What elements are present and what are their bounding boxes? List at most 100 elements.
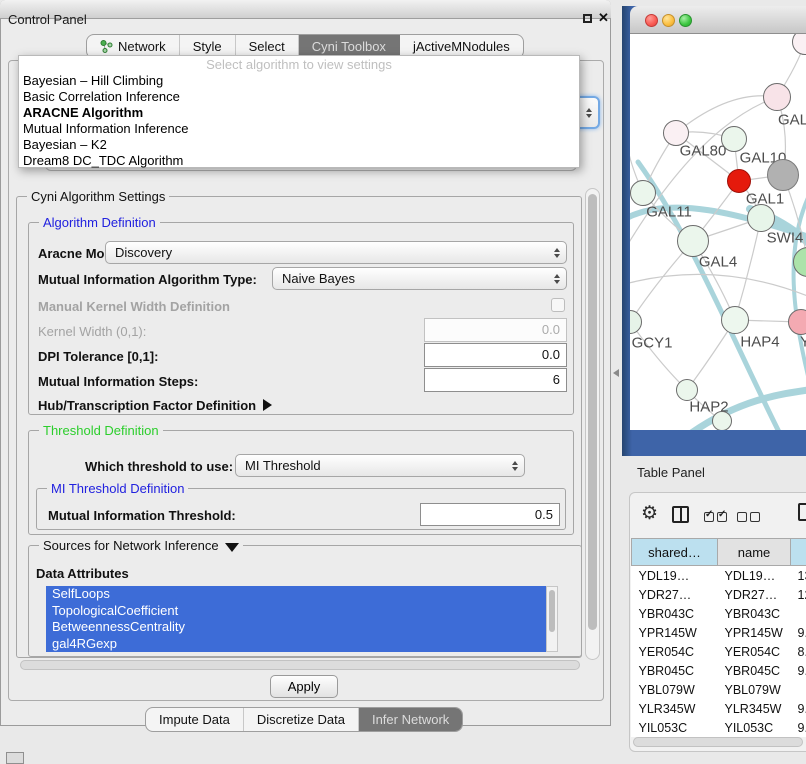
table-cell[interactable]: YER054C: [718, 642, 791, 661]
table-cell[interactable]: YLR345W: [632, 699, 718, 718]
table-row[interactable]: YPR145WYPR145W9.: [632, 623, 806, 642]
network-node[interactable]: [767, 159, 799, 191]
table-cell[interactable]: YPR145W: [632, 623, 718, 642]
control-panel-titlebar[interactable]: [0, 0, 611, 19]
table-horizontal-scrollbar[interactable]: [633, 737, 803, 747]
algorithm-option[interactable]: Mutual Information Inference: [19, 121, 579, 137]
data-attribute-item[interactable]: SelfLoops: [46, 586, 546, 603]
table-cell[interactable]: YBL079W: [718, 680, 791, 699]
network-node[interactable]: [747, 204, 775, 232]
algorithm-option[interactable]: Bayesian – K2: [19, 137, 579, 153]
split-columns-icon[interactable]: [672, 506, 689, 523]
network-node[interactable]: [727, 169, 751, 193]
data-attributes-list[interactable]: SelfLoopsTopologicalCoefficientBetweenne…: [46, 586, 546, 652]
table-cell[interactable]: YPR145W: [718, 623, 791, 642]
kernel-width-field[interactable]: 0.0: [424, 318, 567, 342]
table-row[interactable]: YDL19…YDL19…13: [632, 566, 806, 586]
table-cell[interactable]: YER054C: [632, 642, 718, 661]
table-row[interactable]: YDR27…YDR27…12: [632, 585, 806, 604]
network-node[interactable]: [712, 411, 732, 430]
which-threshold-label: Which threshold to use:: [85, 459, 233, 474]
table-cell[interactable]: 9.: [791, 699, 806, 718]
table-row[interactable]: YER054CYER054C8.: [632, 642, 806, 661]
table-row[interactable]: YBL079WYBL079W: [632, 680, 806, 699]
table-cell[interactable]: YBR043C: [718, 604, 791, 623]
settings-scrollbar[interactable]: [585, 188, 600, 660]
attributes-scrollbar-thumb[interactable]: [549, 590, 555, 632]
tab-discretize-data[interactable]: Discretize Data: [244, 708, 359, 731]
sources-title[interactable]: Sources for Network Inference: [39, 538, 243, 553]
mac-zoom-icon[interactable]: [679, 14, 692, 27]
algorithm-option[interactable]: ARACNE Algorithm: [19, 105, 579, 121]
settings-scrollbar-thumb[interactable]: [588, 194, 597, 630]
table-cell[interactable]: [791, 604, 806, 623]
close-icon[interactable]: ✕: [598, 10, 609, 26]
network-node[interactable]: [763, 83, 791, 111]
cyni-settings-title: Cyni Algorithm Settings: [27, 189, 169, 204]
table-cell[interactable]: YDR27…: [718, 585, 791, 604]
table-cell[interactable]: 13: [791, 566, 806, 586]
table-cell[interactable]: YBL079W: [632, 680, 718, 699]
manual-kernel-width-checkbox[interactable]: [551, 298, 565, 312]
data-attribute-item[interactable]: TopologicalCoefficient: [46, 603, 546, 620]
aracne-mode-select[interactable]: Discovery: [105, 241, 567, 264]
mac-minimize-icon[interactable]: [662, 14, 675, 27]
algorithm-option[interactable]: Dream8 DC_TDC Algorithm: [19, 153, 579, 169]
table-row[interactable]: YIL053CYIL053C9.: [632, 718, 806, 737]
dpi-tolerance-field[interactable]: 0.0: [424, 343, 567, 367]
table-cell[interactable]: 12: [791, 585, 806, 604]
kernel-width-label: Kernel Width (0,1):: [38, 324, 146, 339]
mi-algorithm-type-select[interactable]: Naive Bayes: [272, 267, 567, 290]
table-cell[interactable]: YDR27…: [632, 585, 718, 604]
mac-close-icon[interactable]: [645, 14, 658, 27]
table-cell[interactable]: YBR045C: [632, 661, 718, 680]
table-cell[interactable]: 9.: [791, 623, 806, 642]
table-cell[interactable]: YLR345W: [718, 699, 791, 718]
hub-definition-toggle[interactable]: Hub/Transcription Factor Definition: [38, 398, 272, 413]
table-cell[interactable]: 9.: [791, 718, 806, 737]
table-row[interactable]: YBR043CYBR043C: [632, 604, 806, 623]
column-header[interactable]: name: [718, 539, 791, 566]
network-node[interactable]: [630, 180, 656, 206]
settings-horizontal-scrollbar[interactable]: [20, 660, 580, 670]
column-header[interactable]: shared…: [632, 539, 718, 566]
aracne-mode-value: Discovery: [115, 245, 172, 260]
splitter-collapse-arrow[interactable]: [613, 369, 619, 377]
tab-infer-network[interactable]: Infer Network: [359, 708, 462, 731]
table-row[interactable]: YBR045CYBR045C9.: [632, 661, 806, 680]
select-all-checked-icon[interactable]: [704, 510, 730, 525]
tab-impute-data[interactable]: Impute Data: [146, 708, 244, 731]
network-node[interactable]: [721, 306, 749, 334]
algorithm-placeholder: Select algorithm to view settings: [19, 57, 579, 73]
algorithm-option[interactable]: Bayesian – Hill Climbing: [19, 73, 579, 89]
data-attribute-item[interactable]: gal4RGexp: [46, 636, 546, 653]
network-node[interactable]: [677, 225, 709, 257]
network-node[interactable]: [721, 126, 747, 152]
attributes-scrollbar[interactable]: [546, 586, 558, 652]
table-cell[interactable]: YDL19…: [718, 566, 791, 586]
table-row[interactable]: YLR345WYLR345W9.: [632, 699, 806, 718]
algorithm-option[interactable]: Basic Correlation Inference: [19, 89, 579, 105]
select-none-unchecked-icon[interactable]: [737, 510, 763, 525]
settings-gear-icon[interactable]: ⚙: [641, 502, 658, 525]
network-window-titlebar[interactable]: [630, 6, 806, 34]
table-cell[interactable]: YBR045C: [718, 661, 791, 680]
table-cell[interactable]: 8.: [791, 642, 806, 661]
float-window-icon[interactable]: [583, 14, 592, 23]
table-cell[interactable]: YBR043C: [632, 604, 718, 623]
algorithm-dropdown-popup: Select algorithm to view settings Bayesi…: [18, 55, 580, 168]
apply-button[interactable]: Apply: [270, 675, 338, 698]
data-attribute-item[interactable]: BetweennessCentrality: [46, 619, 546, 636]
table-cell[interactable]: [791, 680, 806, 699]
table-cell[interactable]: YDL19…: [632, 566, 718, 586]
mi-threshold-field[interactable]: 0.5: [420, 503, 560, 526]
column-header[interactable]: [791, 539, 806, 566]
mi-steps-field[interactable]: 6: [424, 368, 567, 392]
document-icon[interactable]: [798, 503, 806, 521]
table-cell[interactable]: YIL053C: [632, 718, 718, 737]
network-canvas[interactable]: GALGAL80GAL10GAL1GAL11SWI4GAL4GCY1HAP4YH…: [630, 34, 806, 430]
dock-mini-icon[interactable]: [6, 752, 24, 764]
which-threshold-select[interactable]: MI Threshold: [235, 454, 525, 477]
table-cell[interactable]: YIL053C: [718, 718, 791, 737]
table-cell[interactable]: 9.: [791, 661, 806, 680]
